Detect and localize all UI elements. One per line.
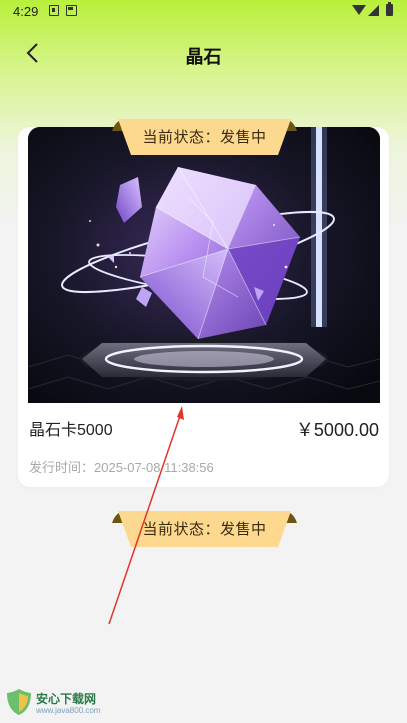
card-name: 晶石卡5000 — [29, 422, 113, 439]
watermark-brand: 安心下载网 — [36, 692, 97, 706]
signal-icon — [368, 5, 379, 16]
watermark-url: www.java800.com — [36, 706, 101, 715]
status-ribbon-2: 当前状态：发售中 — [112, 509, 297, 547]
issue-time: 发行时间：2025-07-08 11:38:56 — [29, 460, 214, 475]
status-ribbon: 当前状态：发售中 — [112, 117, 297, 155]
shield-icon — [7, 689, 31, 715]
crystal-image — [28, 127, 380, 403]
status-bar: 4:29 — [0, 0, 407, 24]
status-label-2: 当前状态：发售中 — [142, 520, 267, 538]
notification-icon — [49, 5, 59, 16]
battery-icon — [386, 2, 393, 16]
wifi-icon — [352, 5, 366, 15]
status-time: 4:29 — [13, 4, 39, 19]
card-price: ￥5000.00 — [295, 420, 379, 440]
screenshot-icon — [66, 5, 77, 16]
watermark: 安心下载网 www.java800.com — [0, 683, 104, 723]
status-label: 当前状态：发售中 — [142, 128, 267, 146]
page-title: 晶石 — [185, 47, 222, 67]
